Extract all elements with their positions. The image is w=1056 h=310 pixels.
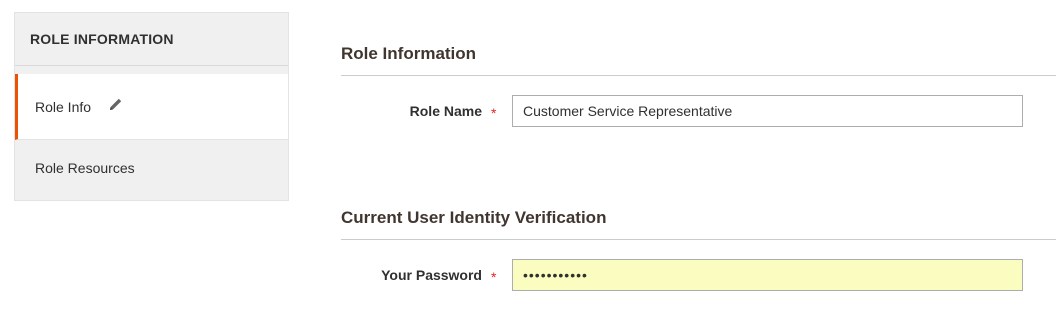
- tab-role-resources[interactable]: Role Resources: [15, 140, 288, 196]
- pencil-icon: [109, 73, 123, 139]
- sidebar-title: ROLE INFORMATION: [15, 13, 288, 66]
- tab-role-info[interactable]: Role Info: [15, 74, 288, 140]
- tab-role-resources-label: Role Resources: [35, 160, 135, 176]
- role-name-input[interactable]: [512, 95, 1023, 127]
- your-password-input[interactable]: [512, 259, 1023, 291]
- identity-verification-heading: Current User Identity Verification: [341, 208, 1056, 240]
- your-password-required-mark: *: [491, 269, 497, 285]
- tab-role-info-label: Role Info: [35, 99, 92, 115]
- your-password-label: Your Password: [381, 267, 482, 283]
- role-information-heading: Role Information: [341, 44, 1056, 76]
- role-name-required-mark: *: [491, 105, 497, 121]
- role-sidebar: ROLE INFORMATION Role Info Role Resource…: [14, 12, 289, 201]
- role-name-label: Role Name: [409, 103, 482, 119]
